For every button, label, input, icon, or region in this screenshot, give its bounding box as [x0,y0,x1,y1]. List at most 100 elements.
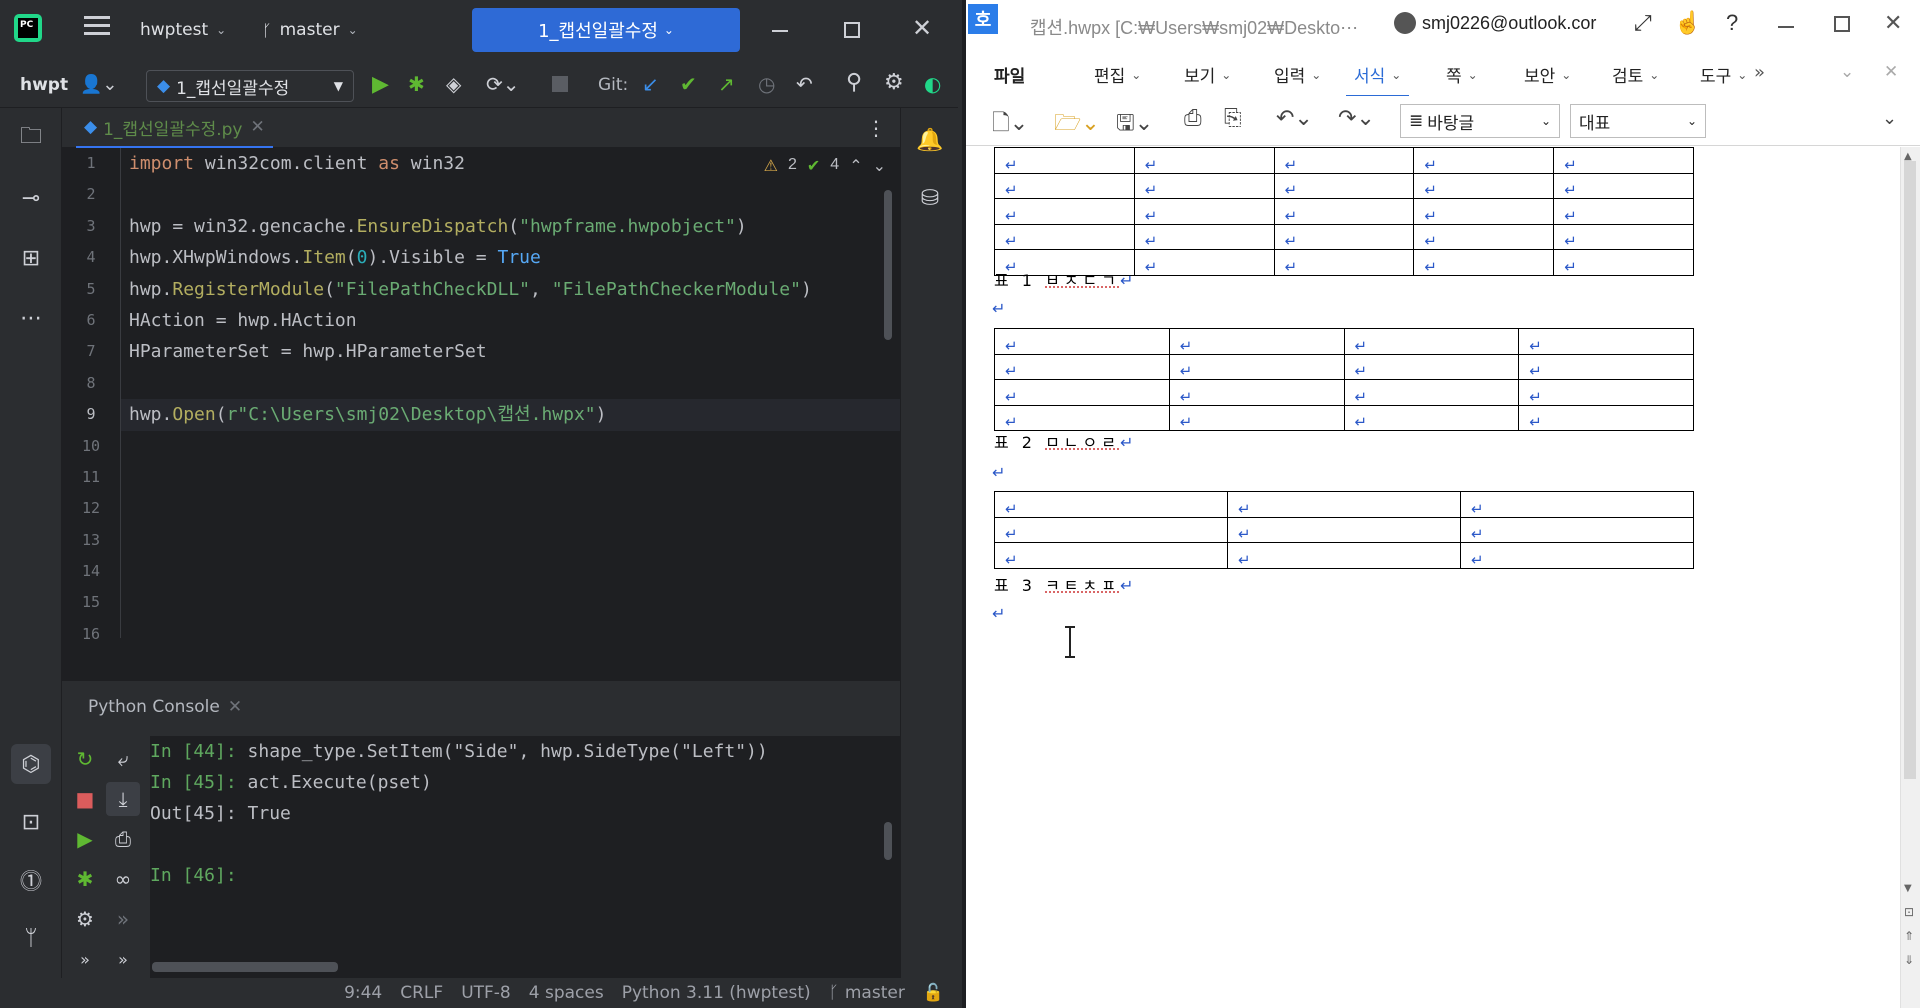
table-cell[interactable]: ↵ [994,147,1135,174]
structure-icon[interactable]: ⊞ [11,238,51,278]
table-caption[interactable]: 표 2 ㅁㄴㅇㄹ↵ [994,429,1137,453]
settings-gear-icon[interactable]: ⚙ [68,902,102,936]
table-cell[interactable]: ↵ [1413,198,1555,225]
table-cell[interactable]: ↵ [994,353,1170,380]
expand-toolbar-icon[interactable]: ⌄ [1882,108,1897,129]
table-cell[interactable]: ↵ [994,491,1228,518]
chevron-up-icon[interactable]: ⌃ [849,156,862,176]
line-separator[interactable]: CRLF [400,983,443,1003]
document-table[interactable]: ↵ ↵ ↵ ↵ ↵ ↵ ↵ ↵ ↵ ↵ ↵ ↵ ↵ ↵ ↵ ↵ ↵ ↵ ↵ ↵ ↵ ↵ ↵ ↵ ↵ [994,147,1694,276]
expand-icon[interactable]: ⤢ [1634,10,1652,36]
table-cell[interactable]: ↵ [1273,249,1415,276]
indent-setting[interactable]: 4 spaces [529,983,604,1003]
table-cell[interactable]: ↵ [1518,328,1694,355]
menu-format[interactable]: 서식 ⌄ [1346,62,1410,98]
debug-icon[interactable]: ✱ [408,72,425,96]
table-cell[interactable]: ↵ [1227,516,1461,543]
console-tab[interactable]: Python Console ✕ [88,697,242,717]
collapse-ribbon-icon[interactable]: ⌄ [1840,62,1854,82]
editor-tab-file[interactable]: ◆ 1_캡선일괄수정.py ✕ [76,108,273,148]
table-cell[interactable]: ↵ [1553,147,1694,174]
inspection-widget[interactable]: ⚠ 2 ✔ 4 ⌃ ⌄ [764,156,886,176]
table-cell[interactable]: ↵ [1413,223,1555,250]
run-config-tab[interactable]: 1_캡선일괄수정 ⌄ [472,8,740,52]
scroll-down-icon[interactable]: ▼ [1904,883,1912,894]
maximize-icon[interactable] [844,22,860,38]
editor-scrollbar[interactable] [884,190,892,340]
new-document-icon[interactable]: 🗋⌄ [992,106,1028,144]
print-icon[interactable]: ⎙ [1184,106,1202,131]
table-cell[interactable]: ↵ [1133,249,1275,276]
project-selector[interactable]: hwptest ⌄ [140,20,226,40]
user-icon[interactable]: 👤⌄ [80,74,118,95]
minimize-icon[interactable] [1778,26,1794,28]
run-config-selector[interactable]: ◆ 1_캡선일괄수정 ▼ [146,70,354,102]
close-icon[interactable]: ✕ [1884,10,1902,36]
python-console-output[interactable]: In [44]: shape_type.SetItem("Side", hwp.… [150,736,900,954]
document-page[interactable]: ↵ ↵ ↵ ↵ ↵ ↵ ↵ ↵ ↵ ↵ ↵ ↵ ↵ ↵ ↵ ↵ ↵ ↵ ↵ ↵ ↵ ↵ ↵ ↵ ↵ 표 1 ㅂㅈㄷㄱ↵ ↵ ↵ ↵ ↵ ↵ ↵… [966,147,1900,1008]
run-icon[interactable]: ▶ [372,72,389,97]
more-options-icon[interactable]: ⋮ [866,116,886,140]
table-cell[interactable]: ↵ [1168,353,1345,380]
branch-selector[interactable]: ᚴ master ⌄ [262,20,358,40]
cursor-position[interactable]: 9:44 [344,983,382,1003]
open-folder-icon[interactable]: 🗁⌄ [1054,106,1100,144]
menu-edit[interactable]: 편집 ⌄ [1094,62,1141,87]
menu-insert[interactable]: 입력 ⌄ [1274,62,1321,87]
execute-icon[interactable]: ▶ [68,822,102,856]
terminal-icon[interactable]: ⊡ [11,802,51,842]
menu-view[interactable]: 보기 ⌄ [1184,62,1231,87]
scroll-to-end-icon[interactable]: ⤓ [106,782,140,816]
table-cell[interactable]: ↵ [1343,379,1520,406]
close-icon[interactable]: ✕ [1884,62,1898,82]
settings-gear-icon[interactable]: ⚙ [884,70,904,95]
table-cell[interactable]: ↵ [1553,198,1694,225]
table-cell[interactable]: ↵ [994,516,1228,543]
table-cell[interactable]: ↵ [1413,249,1555,276]
table-caption[interactable]: 표 3 ㅋㅌㅊㅍ↵ [994,572,1137,596]
table-cell[interactable]: ↵ [994,172,1135,199]
document-table[interactable]: ↵ ↵ ↵ ↵ ↵ ↵ ↵ ↵ ↵ [994,491,1694,569]
notifications-bell-icon[interactable]: 🔔 [910,120,950,160]
table-cell[interactable]: ↵ [1413,147,1555,174]
commit-icon[interactable]: ⊸ [11,178,51,218]
table-cell[interactable]: ↵ [1168,328,1345,355]
main-menu-icon[interactable] [84,16,110,38]
touch-mode-icon[interactable]: ☝ [1674,10,1701,36]
python-interpreter[interactable]: Python 3.11 (hwptest) [622,983,811,1003]
table-cell[interactable]: ↵ [1273,147,1415,174]
redo-icon[interactable]: ↷⌄ [1338,106,1375,131]
table-cell[interactable]: ↵ [1273,223,1415,250]
table-cell[interactable]: ↵ [1133,172,1275,199]
file-encoding[interactable]: UTF-8 [461,983,511,1003]
menu-review[interactable]: 검토 ⌄ [1612,62,1659,87]
stop-icon[interactable]: ■ [68,782,102,816]
table-cell[interactable]: ↵ [1168,404,1345,431]
git-icon[interactable]: ᛘ [11,918,51,958]
lock-icon[interactable]: 🔓 [923,983,944,1003]
debug-icon[interactable]: ✱ [68,862,102,896]
table-cell[interactable]: ↵ [1413,172,1555,199]
console-horizontal-scrollbar[interactable] [152,962,338,972]
table-cell[interactable]: ↵ [994,198,1135,225]
font-select[interactable]: 대표 ⌄ [1570,104,1706,138]
history-icon[interactable]: ◷ [758,72,775,96]
save-icon[interactable]: 🖫⌄ [1116,106,1153,144]
table-cell[interactable]: ↵ [1553,223,1694,250]
account-button[interactable]: smj0226@outlook.cor [1394,12,1596,34]
next-page-icon[interactable]: ⇓ [1904,953,1914,967]
table-cell[interactable]: ↵ [1273,198,1415,225]
git-update-icon[interactable]: ↙ [642,72,659,96]
table-cell[interactable]: ↵ [1518,404,1694,431]
console-vertical-scrollbar[interactable] [884,822,892,860]
menu-tools[interactable]: 도구 ⌄ [1700,62,1747,87]
ai-assistant-icon[interactable]: ◐ [924,72,941,96]
print-preview-icon[interactable]: ⎘ [1224,106,1242,131]
table-cell[interactable]: ↵ [1343,404,1520,431]
table-cell[interactable]: ↵ [1133,198,1275,225]
table-cell[interactable]: ↵ [994,379,1170,406]
chevron-down-icon[interactable]: ⌄ [873,156,886,176]
table-cell[interactable]: ↵ [1343,353,1520,380]
more-icon[interactable]: » [106,942,140,976]
table-cell[interactable]: ↵ [994,404,1170,431]
